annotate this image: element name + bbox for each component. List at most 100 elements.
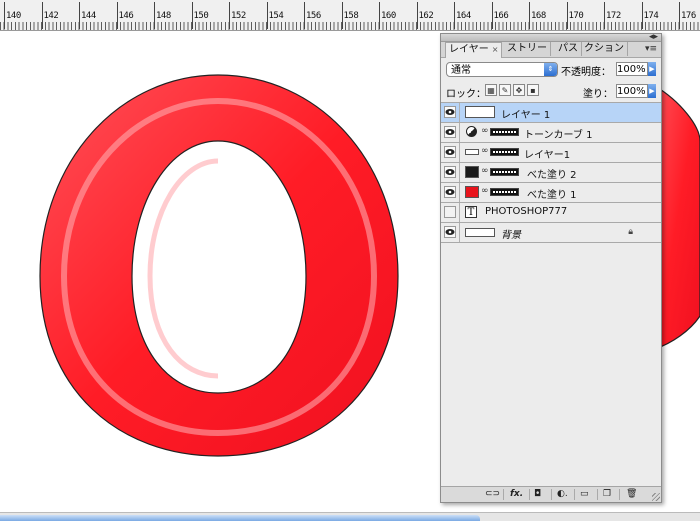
tab-label: パス [558, 43, 578, 54]
resize-grip-icon[interactable] [652, 493, 660, 501]
layer-mask-thumbnail [490, 168, 519, 176]
layers-panel: ◂▸ レイヤー × ストリー パス クション ▾≡ 通常 ⇕ 不透明度： 100%… [440, 33, 662, 503]
link-chain-icon: ∞ [481, 126, 489, 136]
divider [459, 123, 460, 142]
ruler-major-tick [679, 2, 680, 29]
fill-color-swatch [465, 186, 479, 198]
trash-icon[interactable]: 🗑︎ [626, 489, 637, 500]
ruler-major-tick [529, 2, 530, 29]
ruler-major-tick [191, 2, 193, 29]
layer-name: レイヤー 1 [501, 110, 551, 121]
eye-icon[interactable] [444, 126, 456, 138]
ruler-major-tick [116, 2, 118, 29]
divider [459, 103, 460, 122]
fx-icon[interactable]: fx. [510, 489, 523, 500]
layer-row-solid-fill-2[interactable]: ∞ べた塗り 2 [441, 163, 661, 183]
link-chain-icon: ∞ [481, 186, 489, 196]
ruler-label: 148 [156, 11, 171, 21]
panel-menu-icon[interactable]: ▾≡ [645, 44, 657, 54]
panel-titlebar[interactable]: ◂▸ [441, 33, 661, 42]
ruler-label: 156 [306, 11, 321, 21]
link-chain-icon: ∞ [481, 146, 489, 156]
ruler-label: 158 [343, 11, 359, 21]
layer-name: レイヤー1 [524, 150, 571, 161]
ruler-major-tick [454, 2, 455, 29]
blend-mode-value: 通常 [451, 65, 471, 76]
ruler-major-tick [641, 2, 643, 29]
scrollbar-horizontal[interactable] [0, 515, 480, 521]
layer-row-solid-fill-1[interactable]: ∞ べた塗り 1 [441, 183, 661, 203]
layer-mask-thumbnail [490, 188, 519, 196]
eye-icon[interactable] [444, 106, 456, 118]
select-arrow-icon: ⇕ [544, 63, 557, 76]
divider [529, 489, 530, 500]
mask-icon[interactable]: ◘ [534, 489, 541, 500]
divider [551, 489, 552, 500]
divider [459, 223, 460, 242]
ruler-label: 174 [643, 11, 659, 21]
layer-name: べた塗り 1 [527, 190, 577, 201]
ruler-label: 166 [493, 11, 509, 21]
divider [503, 489, 504, 500]
ruler-label: 140 [6, 11, 21, 21]
layer-row-layer-1[interactable]: レイヤー 1 [441, 103, 661, 123]
tab-actions[interactable]: クション [581, 42, 628, 56]
layer-thumbnail [465, 106, 495, 118]
fill-field[interactable]: 100% [616, 84, 648, 98]
tab-close-icon[interactable]: × [492, 45, 499, 54]
ruler-major-tick [491, 2, 493, 29]
ruler-major-tick [4, 2, 5, 29]
layer-mask-thumbnail [490, 128, 519, 136]
adjustment-icon[interactable]: ◐. [557, 489, 568, 500]
ruler-major-tick [229, 2, 230, 29]
divider [597, 489, 598, 500]
tab-layers[interactable]: レイヤー × [445, 42, 503, 58]
ruler-major-tick [266, 2, 268, 29]
opacity-slider-arrow-icon[interactable]: ▶ [648, 62, 656, 76]
type-layer-icon: T [465, 206, 477, 218]
divider [459, 203, 460, 222]
ruler-label: 150 [193, 11, 209, 21]
adjustment-layer-icon [466, 126, 477, 137]
lock-position-icon[interactable]: ✥ [513, 84, 525, 96]
ruler-label: 162 [418, 11, 434, 21]
tab-paths[interactable]: パス [555, 42, 582, 56]
layer-mask-thumbnail [490, 148, 519, 156]
link-icon[interactable]: ⊂⊃ [485, 489, 500, 500]
layer-row-tone-curve[interactable]: ∞ トーンカーブ 1 [441, 123, 661, 143]
fill-slider-arrow-icon[interactable]: ▶ [648, 84, 656, 98]
ruler-label: 154 [268, 11, 284, 21]
eye-icon[interactable] [444, 226, 456, 238]
tab-history[interactable]: ストリー [504, 42, 551, 56]
lock-icon: 🔒︎ [628, 227, 633, 237]
eye-icon[interactable] [444, 186, 456, 198]
horizontal-ruler[interactable]: 140 142 144 146 148 150 152 154 156 158 160 162 164 1… [0, 0, 700, 31]
ruler-major-tick [79, 2, 80, 29]
lock-all-icon[interactable]: ▪ [527, 84, 539, 96]
tab-label: ストリー [507, 43, 547, 54]
opacity-field[interactable]: 100% [616, 62, 648, 76]
layer-row-text[interactable]: T PHOTOSHOP777 [441, 203, 661, 223]
blend-mode-select[interactable]: 通常 ⇕ [446, 62, 558, 77]
ruler-major-tick [341, 2, 343, 29]
panel-collapse-icon[interactable]: ◂▸ [649, 33, 658, 42]
lock-transparency-icon[interactable]: ▦ [485, 84, 497, 96]
eye-toggle-off[interactable] [444, 206, 456, 218]
layer-name: PHOTOSHOP777 [485, 206, 568, 217]
eye-icon[interactable] [444, 166, 456, 178]
status-strip [0, 512, 700, 521]
blend-row: 通常 ⇕ 不透明度： 100% ▶ [441, 58, 661, 80]
ruler-major-tick [41, 2, 43, 29]
layer-name: トーンカーブ 1 [524, 130, 593, 141]
ruler-label: 176 [681, 11, 696, 21]
ruler-label: 142 [43, 11, 59, 21]
group-folder-icon[interactable]: ▭ [580, 489, 589, 500]
lock-paint-icon[interactable]: ✎ [499, 84, 511, 96]
panel-bottom-bar: ⊂⊃ fx. ◘ ◐. ▭ ❐ 🗑︎ [441, 486, 661, 502]
eye-icon[interactable] [444, 146, 456, 158]
opacity-label: 不透明度： [561, 67, 611, 78]
ruler-label: 160 [381, 11, 396, 21]
layer-row-background[interactable]: 背景 🔒︎ [441, 223, 661, 243]
layer-row-layer1[interactable]: ∞ レイヤー1 [441, 143, 661, 163]
new-layer-icon[interactable]: ❐ [603, 489, 611, 500]
